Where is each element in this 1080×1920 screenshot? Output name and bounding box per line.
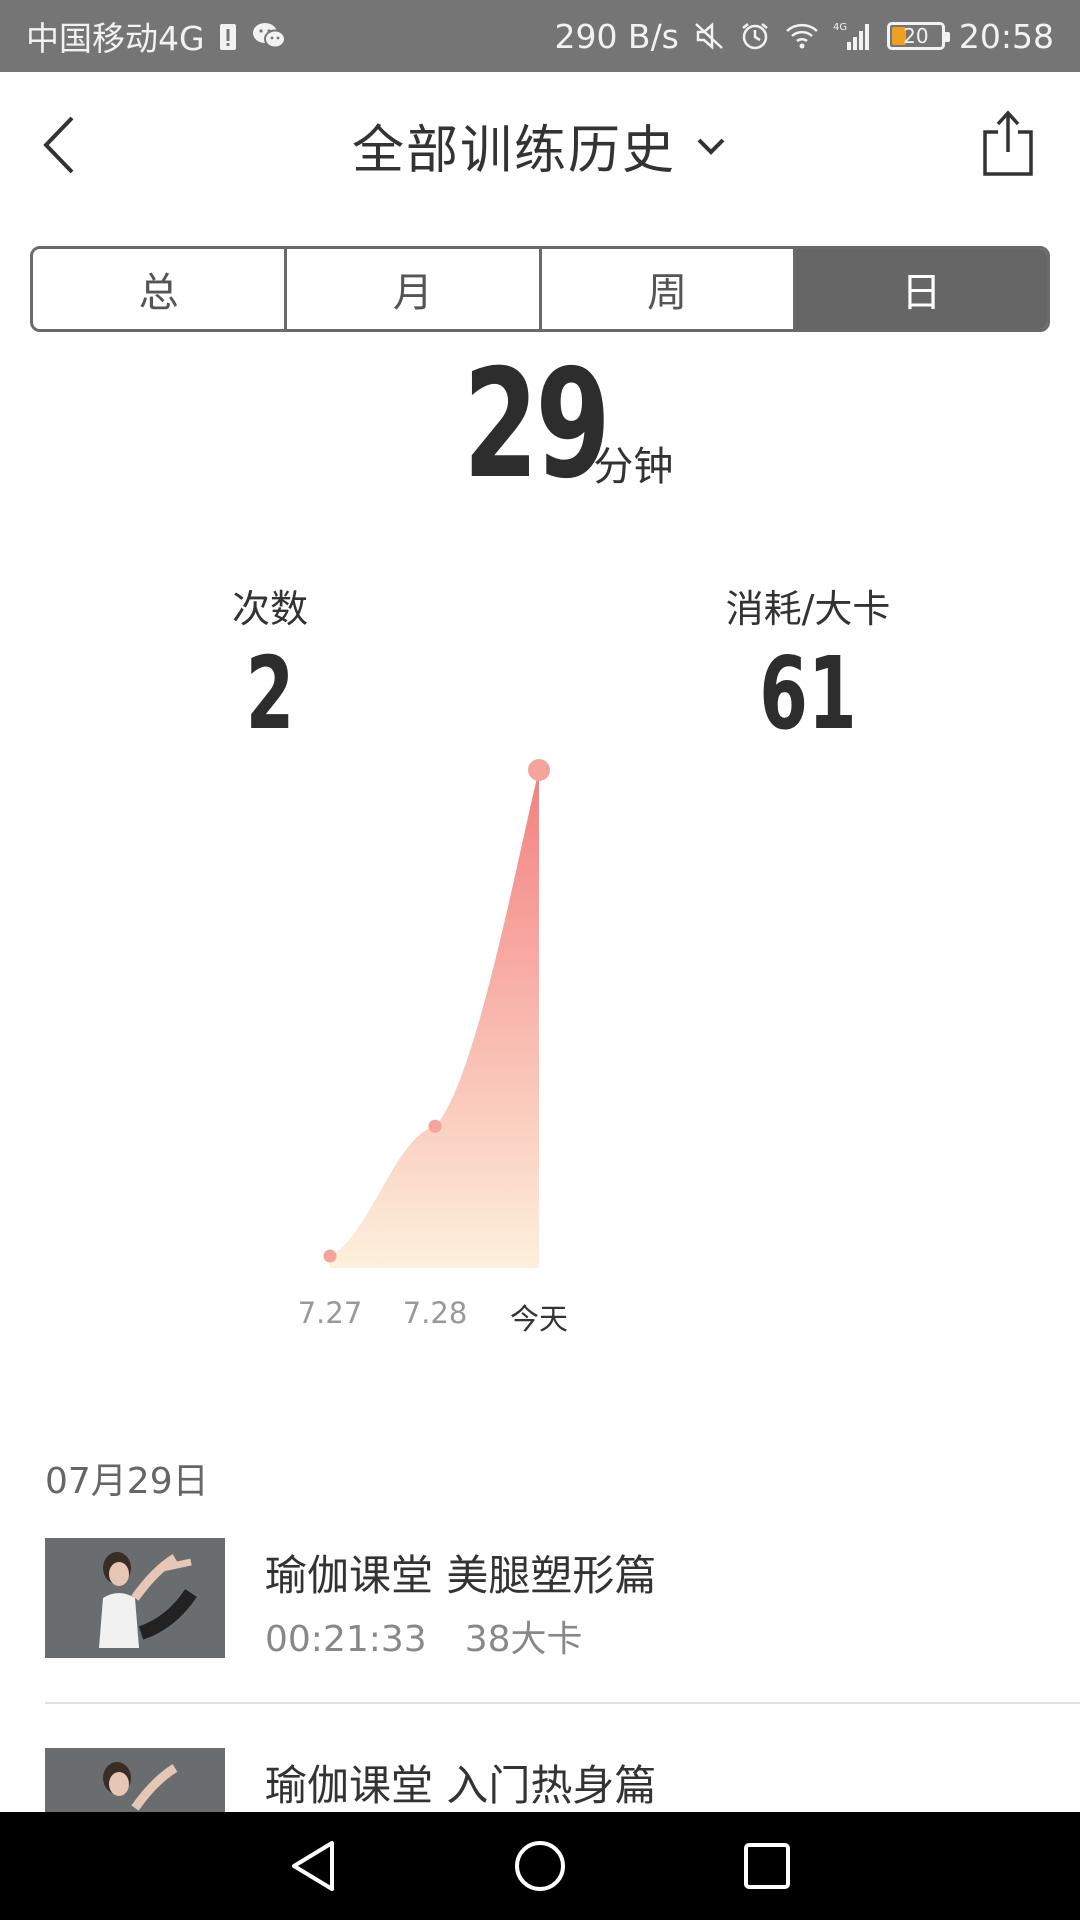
wechat-icon xyxy=(251,21,287,51)
list-item[interactable]: 瑜伽课堂 美腿塑形篇 00:21:33 38大卡 xyxy=(45,1538,1080,1748)
battery-icon: 20 xyxy=(886,22,950,50)
nav-home-button[interactable] xyxy=(510,1836,570,1896)
count-stat: 次数 2 xyxy=(120,578,420,746)
tab-month[interactable]: 月 xyxy=(287,249,542,329)
training-chart xyxy=(323,759,550,1268)
title-dropdown[interactable]: 全部训练历史 xyxy=(0,108,1080,183)
app-header: 全部训练历史 xyxy=(0,72,1080,212)
calories-stat: 消耗/大卡 61 xyxy=(658,578,958,746)
count-value: 2 xyxy=(245,635,295,752)
tab-week[interactable]: 周 xyxy=(541,249,796,329)
net-speed-label: 290 B/s xyxy=(554,16,679,56)
alarm-icon xyxy=(739,20,771,52)
status-bar: 中国移动4G 290 B/s 4G 20 20:58 xyxy=(0,0,1080,72)
x-tick-label: 今天 xyxy=(509,1302,569,1336)
chart-point-3 xyxy=(528,759,550,781)
course-thumbnail xyxy=(45,1538,225,1658)
nav-back-icon xyxy=(292,1841,335,1891)
course-duration: 00:21:33 xyxy=(265,1619,427,1660)
chevron-down-icon xyxy=(697,138,725,155)
share-icon xyxy=(983,110,1033,176)
carrier-label: 中国移动4G xyxy=(26,19,205,58)
calories-value: 61 xyxy=(759,635,857,752)
nav-home-icon xyxy=(514,1841,565,1891)
chart-point-2 xyxy=(428,1119,442,1133)
nav-recents-button[interactable] xyxy=(737,1836,797,1896)
course-meta: 00:21:33 38大卡 xyxy=(265,1610,583,1662)
calories-label: 消耗/大卡 xyxy=(725,587,891,631)
count-label: 次数 xyxy=(231,587,308,631)
mute-icon xyxy=(693,20,725,52)
history-date: 07月29日 xyxy=(45,1461,209,1502)
duration-value: 29 xyxy=(462,338,610,512)
status-left: 中国移动4G xyxy=(26,12,287,60)
course-calories: 38大卡 xyxy=(464,1619,583,1660)
course-title: 瑜伽课堂 入门热身篇 xyxy=(265,1761,657,1810)
sim-alert-icon xyxy=(219,21,237,51)
battery-level: 20 xyxy=(903,24,929,48)
nav-recents-icon xyxy=(743,1843,790,1889)
chart-point-1 xyxy=(323,1249,337,1263)
cell-signal-icon: 4G xyxy=(833,20,873,52)
duration-summary: 29 分钟 xyxy=(0,350,1080,500)
chart-area xyxy=(330,770,539,1268)
nav-back-button[interactable] xyxy=(283,1836,343,1896)
page-title: 全部训练历史 xyxy=(351,121,676,181)
system-nav-bar xyxy=(0,1812,1080,1920)
list-divider xyxy=(45,1702,1080,1704)
tab-day[interactable]: 日 xyxy=(795,249,1047,329)
x-tick-label: 7.28 xyxy=(402,1296,468,1330)
x-tick-label: 7.27 xyxy=(297,1296,363,1330)
wifi-icon xyxy=(785,22,819,50)
share-button[interactable] xyxy=(980,108,1036,178)
tab-total[interactable]: 总 xyxy=(33,249,288,329)
status-right: 290 B/s 4G 20 20:58 xyxy=(554,17,1054,56)
course-title: 瑜伽课堂 美腿塑形篇 xyxy=(265,1551,657,1600)
course-thumbnail xyxy=(45,1748,225,1812)
period-tabs: 总 月 周 日 xyxy=(30,246,1050,332)
list-item[interactable]: 瑜伽课堂 入门热身篇 xyxy=(45,1748,1080,1812)
clock: 20:58 xyxy=(958,16,1054,56)
svg-text:4G: 4G xyxy=(833,22,847,33)
